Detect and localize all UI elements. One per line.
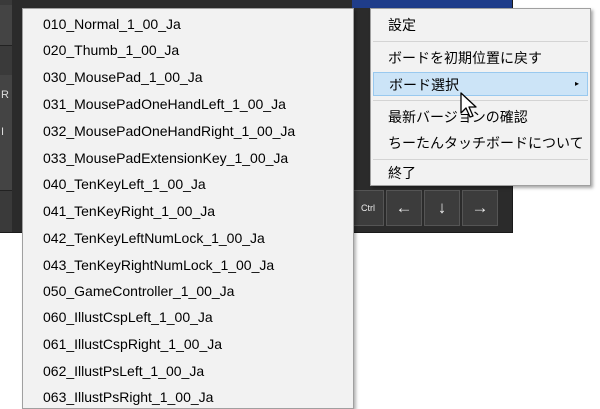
- board-item[interactable]: 033_MousePadExtensionKey_1_00_Ja: [25, 146, 351, 170]
- key-left-4[interactable]: [0, 150, 12, 191]
- board-item[interactable]: 041_TenKeyRight_1_00_Ja: [25, 199, 351, 223]
- menu-item-settings[interactable]: 設定: [373, 13, 588, 37]
- key-arrow-left[interactable]: ←: [386, 190, 422, 226]
- key-arrow-down[interactable]: ↓: [424, 190, 460, 226]
- menu-item-reset-board-position[interactable]: ボードを初期位置に戻す: [373, 46, 588, 70]
- board-item[interactable]: 042_TenKeyLeftNumLock_1_00_Ja: [25, 226, 351, 250]
- board-item[interactable]: 031_MousePadOneHandLeft_1_00_Ja: [25, 92, 351, 116]
- menu-item-label: 終了: [388, 165, 416, 181]
- menu-item-label: ボードを初期位置に戻す: [388, 50, 542, 66]
- menu-item-label: 最新バージョンの確認: [388, 109, 528, 125]
- keyboard-title-strip: [352, 0, 512, 8]
- menu-separator: [373, 41, 588, 42]
- menu-item-label: 設定: [388, 17, 416, 33]
- board-item[interactable]: 020_Thumb_1_00_Ja: [25, 38, 351, 62]
- submenu-arrow-icon: ▸: [574, 79, 579, 88]
- menu-item-label: ボード選択: [389, 77, 459, 93]
- key-arrow-right[interactable]: →: [462, 190, 498, 226]
- board-item[interactable]: 063_IllustPsRight_1_00_Ja: [25, 385, 351, 409]
- board-item[interactable]: 010_Normal_1_00_Ja: [25, 12, 351, 36]
- board-item[interactable]: 050_GameController_1_00_Ja: [25, 279, 351, 303]
- board-item[interactable]: 043_TenKeyRightNumLock_1_00_Ja: [25, 253, 351, 277]
- board-item[interactable]: 040_TenKeyLeft_1_00_Ja: [25, 172, 351, 196]
- keyboard-bottom-row: Ctrl ← ↓ →: [352, 190, 498, 228]
- board-item[interactable]: 032_MousePadOneHandRight_1_00_Ja: [25, 119, 351, 143]
- mouse-pointer-icon: [460, 92, 477, 118]
- menu-item-about[interactable]: ちーたんタッチボードについて: [373, 131, 588, 155]
- menu-item-exit[interactable]: 終了: [373, 161, 588, 185]
- board-item[interactable]: 062_IllustPsLeft_1_00_Ja: [25, 359, 351, 383]
- key-left-1[interactable]: [0, 5, 12, 46]
- key-left-2[interactable]: R: [0, 75, 12, 116]
- menu-separator: [373, 159, 588, 160]
- keyboard-left-edge: R I: [0, 0, 12, 232]
- board-select-submenu: 010_Normal_1_00_Ja 020_Thumb_1_00_Ja 030…: [22, 8, 354, 409]
- menu-item-label: ちーたんタッチボードについて: [388, 135, 584, 151]
- board-item[interactable]: 061_IllustCspRight_1_00_Ja: [25, 332, 351, 356]
- key-ctrl[interactable]: Ctrl: [352, 190, 384, 226]
- board-item[interactable]: 030_MousePad_1_00_Ja: [25, 65, 351, 89]
- board-item[interactable]: 060_IllustCspLeft_1_00_Ja: [25, 305, 351, 329]
- key-left-3[interactable]: I: [0, 112, 12, 153]
